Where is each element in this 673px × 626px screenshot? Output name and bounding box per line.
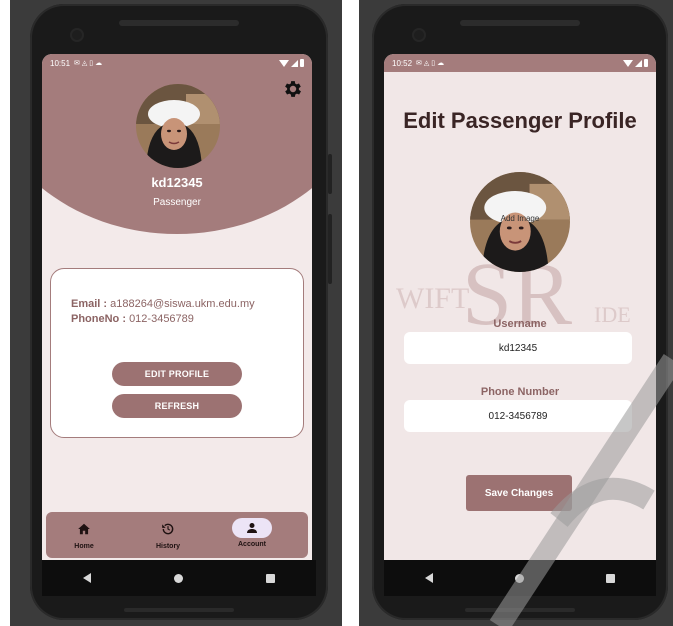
account-info-card: Email : a188264@siswa.ukm.edu.my PhoneNo… xyxy=(50,268,304,438)
profile-screenshot: 10:51 ✉◬▯☁ kd12345 Passenger Email: a18… xyxy=(10,0,342,626)
recents-icon[interactable] xyxy=(265,573,275,583)
status-bar: 10:52 ✉◬▯☁ xyxy=(384,54,656,72)
phone-frame: 10:52 ✉◬▯☁ Edit Passenger Profile WIFT S… xyxy=(372,4,668,620)
front-camera xyxy=(72,30,82,40)
back-icon[interactable] xyxy=(425,573,433,583)
signal-icon xyxy=(291,59,298,67)
back-icon[interactable] xyxy=(83,573,92,583)
account-icon xyxy=(247,523,257,533)
phone-number-label: Phone Number xyxy=(480,386,560,398)
edit-profile-screen: 10:52 ✉◬▯☁ Edit Passenger Profile WIFT S… xyxy=(384,54,656,560)
profile-username: kd12345 xyxy=(151,175,203,190)
front-camera xyxy=(414,30,424,40)
wifi-icon xyxy=(623,59,633,67)
profile-role: Passenger xyxy=(153,197,201,208)
notification-icons: ✉◬▯☁ xyxy=(416,60,447,67)
phone-row: PhoneNo : 012-3456789 xyxy=(71,313,194,325)
system-navigation-bar xyxy=(384,560,656,596)
nav-history[interactable]: History xyxy=(138,518,198,554)
system-navigation-bar xyxy=(42,560,316,596)
phone-frame: 10:51 ✉◬▯☁ kd12345 Passenger Email: a18… xyxy=(30,4,332,620)
phone-value: 012-3456789 xyxy=(129,313,194,325)
phone-number-input[interactable]: 012-3456789 xyxy=(404,400,632,432)
profile-avatar xyxy=(136,84,220,168)
bottom-speaker xyxy=(124,608,234,612)
history-icon xyxy=(162,523,174,535)
bottom-navigation: Home History Account xyxy=(46,512,308,558)
earpiece xyxy=(119,20,239,26)
email-value: a188264@siswa.ukm.edu.my xyxy=(110,298,255,310)
nav-account[interactable]: Account xyxy=(222,518,282,554)
username-input[interactable]: kd12345 xyxy=(404,332,632,364)
save-changes-button[interactable]: Save Changes xyxy=(466,475,572,511)
volume-button xyxy=(328,214,332,284)
home-icon xyxy=(78,523,90,535)
status-time: 10:52 xyxy=(392,58,413,68)
profile-screen: 10:51 ✉◬▯☁ kd12345 Passenger Email: a18… xyxy=(42,54,312,560)
nav-account-label: Account xyxy=(238,541,266,548)
page-title: Edit Passenger Profile xyxy=(403,108,637,133)
edit-profile-screenshot: 10:52 ✉◬▯☁ Edit Passenger Profile WIFT S… xyxy=(359,0,673,626)
phone-label: PhoneNo : xyxy=(71,313,126,325)
email-row: Email : a188264@siswa.ukm.edu.my xyxy=(71,298,255,310)
recents-icon[interactable] xyxy=(606,573,615,583)
battery-icon xyxy=(300,59,304,67)
settings-gear-icon[interactable] xyxy=(282,78,304,100)
wifi-icon xyxy=(279,59,289,67)
signal-icon xyxy=(635,59,642,67)
earpiece xyxy=(460,20,580,26)
status-time: 10:51 xyxy=(50,58,71,68)
nav-home[interactable]: Home xyxy=(54,518,114,554)
power-button xyxy=(328,154,332,194)
home-circle-icon[interactable] xyxy=(515,573,524,583)
nav-home-label: Home xyxy=(74,543,94,550)
home-circle-icon[interactable] xyxy=(173,573,183,583)
refresh-button[interactable]: REFRESH xyxy=(112,394,242,418)
svg-text:WIFT: WIFT xyxy=(396,282,469,315)
nav-history-label: History xyxy=(155,543,181,550)
bottom-speaker xyxy=(465,608,575,612)
status-bar: 10:51 ✉◬▯☁ xyxy=(42,54,312,72)
username-label: Username xyxy=(493,318,547,330)
edit-profile-button[interactable]: EDIT PROFILE xyxy=(112,362,242,386)
battery-icon xyxy=(644,59,648,67)
notification-icons: ✉◬▯☁ xyxy=(74,60,105,67)
email-label: Email : xyxy=(71,298,108,310)
add-image-hint: Add Image xyxy=(500,214,540,223)
